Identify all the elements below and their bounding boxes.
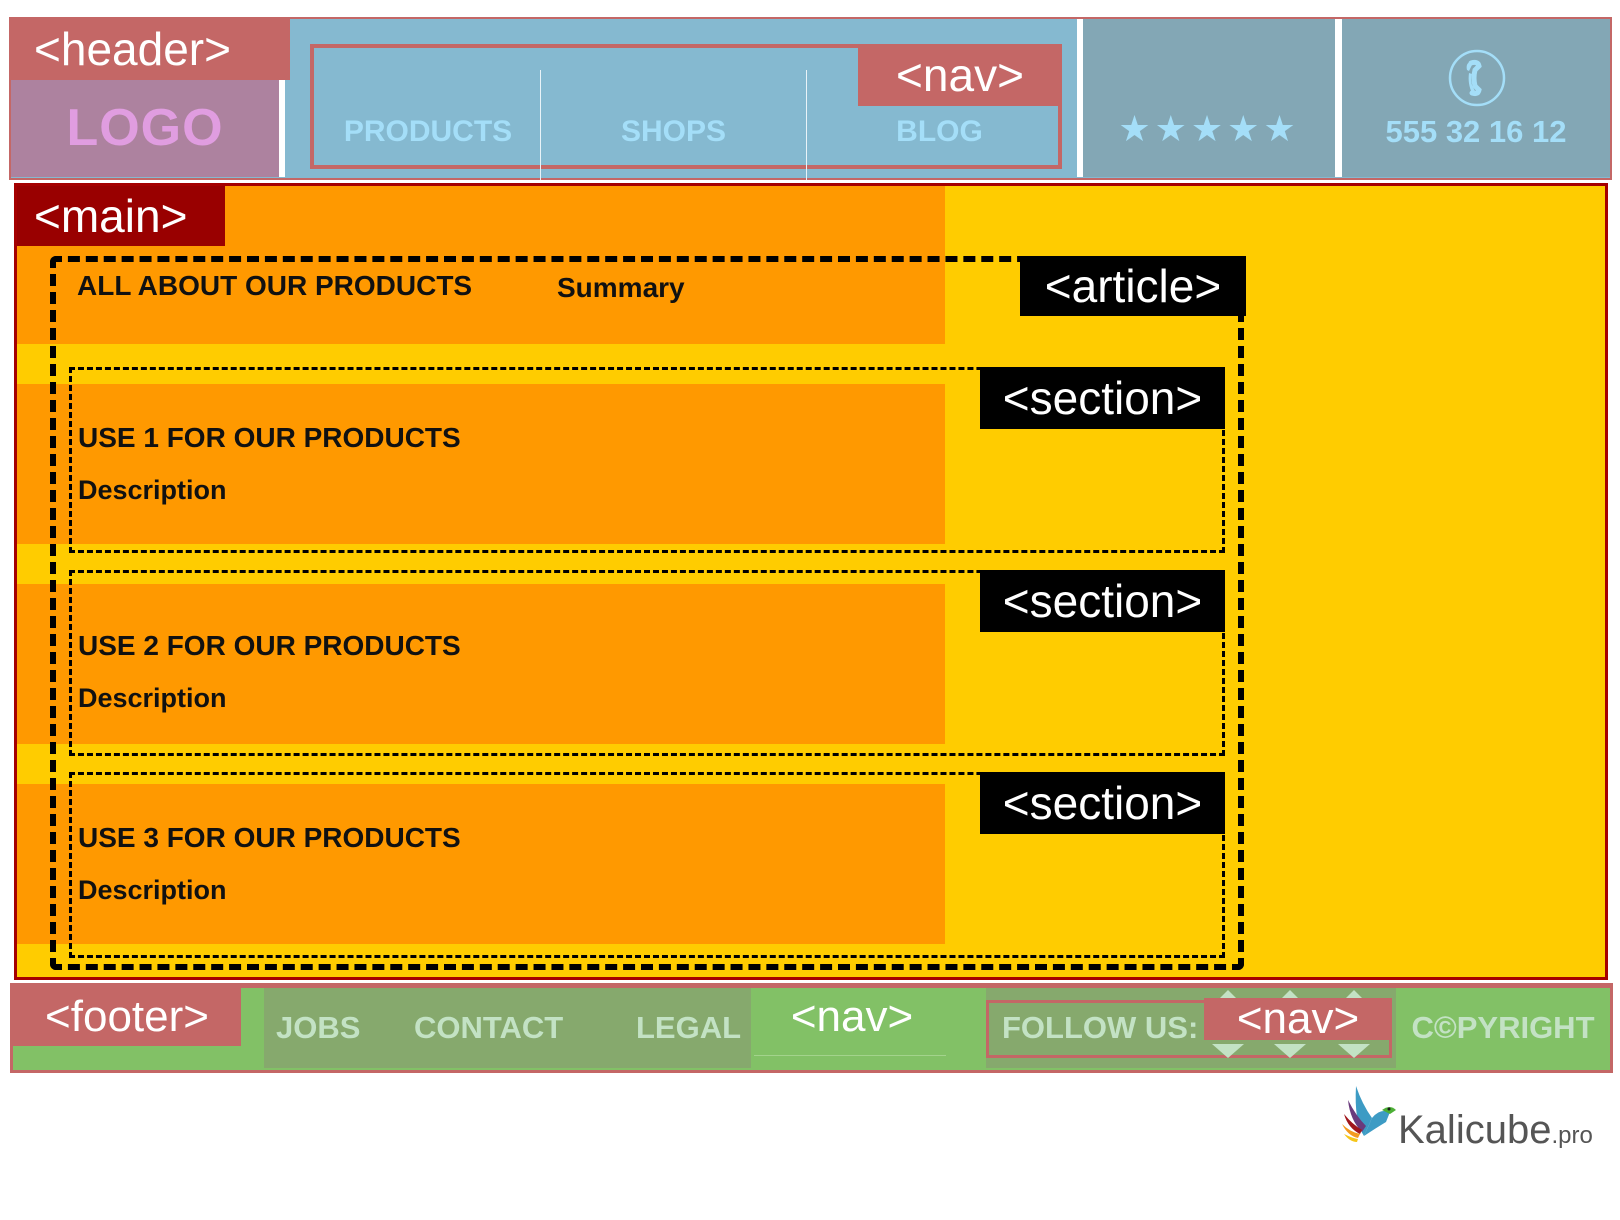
- divider: [1335, 19, 1342, 177]
- rating-box: [1083, 19, 1335, 177]
- main-tag-label: <main>: [17, 186, 225, 246]
- section-title: USE 3 FOR OUR PRODUCTS: [78, 822, 461, 853]
- footer-link-legal[interactable]: LEGAL: [636, 1006, 741, 1050]
- section-tag-label: <section>: [980, 367, 1225, 429]
- social-icon[interactable]: [1220, 990, 1236, 998]
- section-description: Description: [78, 875, 227, 905]
- chevron-down-icon[interactable]: [1338, 1044, 1370, 1058]
- section-description: Description: [78, 683, 227, 713]
- nav-item-products[interactable]: PRODUCTS: [316, 110, 540, 154]
- divider: [754, 1055, 946, 1056]
- article-summary: Summary: [557, 272, 685, 303]
- brand-suffix: .pro: [1551, 1122, 1593, 1149]
- section-tag-label: <section>: [980, 570, 1225, 632]
- nav-item-blog[interactable]: BLOG: [807, 110, 1072, 154]
- phone-number[interactable]: 555 32 16 12: [1342, 110, 1610, 154]
- section-title: USE 1 FOR OUR PRODUCTS: [78, 422, 461, 453]
- section-description: Description: [78, 475, 227, 505]
- footer-nav-tag-label: <nav>: [790, 992, 914, 1041]
- chevron-down-icon[interactable]: [1212, 1044, 1244, 1058]
- footer-link-contact[interactable]: CONTACT: [414, 1006, 563, 1050]
- footer-tag-label: <footer>: [13, 988, 241, 1046]
- nav-tag-label: <nav>: [858, 44, 1062, 106]
- nav-item-shops[interactable]: SHOPS: [541, 110, 806, 154]
- follow-nav-tag-label: <nav>: [1204, 997, 1392, 1041]
- footer-link-jobs[interactable]: JOBS: [276, 1006, 360, 1050]
- follow-us-label: FOLLOW US:: [1002, 1010, 1199, 1045]
- phone-icon[interactable]: [1448, 49, 1506, 107]
- logo[interactable]: LOGO: [11, 80, 279, 177]
- main-content-bg: [225, 186, 945, 246]
- brand-name: Kalicube: [1398, 1108, 1552, 1152]
- brand-logo-text: Kalicube.pro: [1398, 1106, 1593, 1154]
- article-title: ALL ABOUT OUR PRODUCTS: [77, 270, 473, 301]
- kalicube-bird-icon: [1342, 1082, 1398, 1148]
- chevron-down-icon[interactable]: [1274, 1044, 1306, 1058]
- rating-stars: ★★★★★: [1118, 108, 1300, 149]
- copyright: C©PYRIGHT: [1411, 1010, 1595, 1045]
- article-tag-label: <article>: [1020, 256, 1246, 316]
- divider: [279, 80, 285, 177]
- section-tag-label: <section>: [980, 772, 1225, 834]
- header-tag-label: <header>: [10, 19, 290, 80]
- section-title: USE 2 FOR OUR PRODUCTS: [78, 630, 461, 661]
